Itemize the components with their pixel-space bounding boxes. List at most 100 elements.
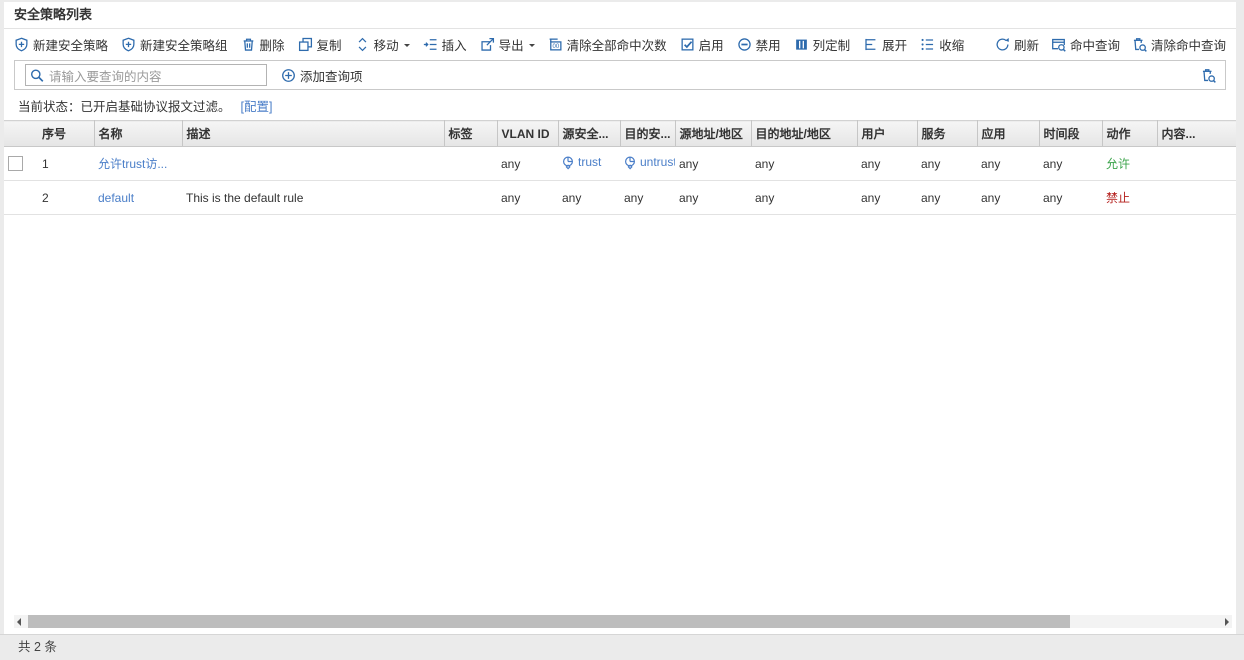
table-row[interactable]: 1允许trust访...anytrustuntrustanyanyanyanya…: [4, 147, 1236, 181]
table-header-row: 序号名称描述标签VLAN ID源安全...目的安...源地址/地区目的地址/地区…: [4, 121, 1236, 147]
toolbar-left: 新建安全策略新建安全策略组 删除复制移动 插入导出 00清除全部命中次数 启用 禁用列定制…: [14, 35, 964, 54]
toolbar-button-refresh[interactable]: 刷新: [995, 35, 1039, 54]
expand-icon: [863, 37, 878, 52]
toolbar-button-label: 删除: [260, 35, 285, 54]
svg-text:00: 00: [552, 44, 559, 50]
table-cell: any: [497, 147, 558, 181]
table-cell: default: [94, 181, 182, 215]
table-cell: This is the default rule: [182, 181, 444, 215]
column-header[interactable]: 序号: [38, 121, 94, 147]
zone-cell: trust: [562, 155, 601, 169]
scrollbar-thumb[interactable]: [28, 615, 1070, 628]
table-cell: [4, 147, 38, 181]
configure-link[interactable]: [配置]: [241, 96, 273, 115]
column-header[interactable]: 目的安...: [620, 121, 675, 147]
column-header[interactable]: 源地址/地区: [675, 121, 751, 147]
zone-cell: untrust: [624, 155, 675, 169]
toolbar-button-label: 新建安全策略: [33, 35, 108, 54]
table-row[interactable]: 2defaultThis is the default ruleanyanyan…: [4, 181, 1236, 215]
toolbar-button-collapse[interactable]: 收缩: [920, 35, 964, 54]
policy-name-link[interactable]: 允许trust访...: [98, 157, 167, 171]
zone-link[interactable]: trust: [578, 155, 601, 169]
toolbar-button-copy[interactable]: 复制: [298, 35, 342, 54]
toolbar-button-label: 禁用: [756, 35, 781, 54]
add-query-label: 添加查询项: [300, 66, 363, 85]
toolbar-button-clear-hit-query[interactable]: 清除命中查询: [1132, 35, 1226, 54]
toolbar-button-label: 刷新: [1014, 35, 1039, 54]
toolbar-button-move[interactable]: 移动: [355, 35, 410, 54]
toolbar-button-new-policy[interactable]: 新建安全策略: [14, 35, 108, 54]
table-cell: 禁止: [1102, 181, 1157, 215]
row-select-checkbox[interactable]: [8, 156, 23, 171]
scroll-left-arrow-icon[interactable]: [17, 618, 21, 626]
toolbar: 新建安全策略新建安全策略组 删除复制移动 插入导出 00清除全部命中次数 启用 禁用列定制…: [4, 29, 1236, 60]
toolbar-button-column-customize[interactable]: 列定制: [794, 35, 851, 54]
toolbar-button-disable[interactable]: 禁用: [737, 35, 781, 54]
toolbar-button-label: 展开: [882, 35, 907, 54]
toolbar-button-delete[interactable]: 删除: [241, 35, 285, 54]
check-square-icon: [680, 37, 695, 52]
status-text: 已开启基础协议报文过滤。: [81, 96, 231, 115]
search-placeholder: 请输入要查询的内容: [49, 66, 162, 85]
toolbar-button-clear-hit-counts[interactable]: 00清除全部命中次数: [548, 35, 667, 54]
scroll-right-arrow-icon[interactable]: [1225, 618, 1229, 626]
toolbar-button-export[interactable]: 导出: [480, 35, 535, 54]
table-cell: untrust: [620, 147, 675, 181]
caret-down-icon: [529, 44, 535, 50]
search-input[interactable]: 请输入要查询的内容: [25, 64, 267, 86]
toolbar-button-hit-query[interactable]: 命中查询: [1051, 35, 1120, 54]
column-header[interactable]: VLAN ID: [497, 121, 558, 147]
toolbar-button-new-policy-group[interactable]: 新建安全策略组: [121, 35, 228, 54]
column-header[interactable]: 名称: [94, 121, 182, 147]
table-body: 1允许trust访...anytrustuntrustanyanyanyanya…: [4, 147, 1236, 215]
table-cell: any: [917, 147, 977, 181]
table-cell: any: [1039, 181, 1102, 215]
table-cell: any: [620, 181, 675, 215]
collapse-icon: [920, 37, 935, 52]
move-icon: [355, 37, 370, 52]
column-header[interactable]: 目的地址/地区: [751, 121, 857, 147]
table-cell: [4, 181, 38, 215]
toolbar-button-label: 启用: [699, 35, 724, 54]
table-cell: any: [497, 181, 558, 215]
toolbar-button-expand[interactable]: 展开: [863, 35, 907, 54]
header-select-cell: [4, 121, 38, 147]
counter-icon: 00: [548, 37, 563, 52]
toolbar-button-insert[interactable]: 插入: [423, 35, 467, 54]
column-header[interactable]: 标签: [444, 121, 497, 147]
search-box: 请输入要查询的内容 添加查询项: [14, 60, 1226, 90]
column-header[interactable]: 源安全...: [558, 121, 620, 147]
zone-link[interactable]: untrust: [640, 155, 675, 169]
column-header[interactable]: 内容...: [1157, 121, 1236, 147]
table-cell: any: [977, 147, 1039, 181]
table-cell: any: [857, 147, 917, 181]
column-header[interactable]: 应用: [977, 121, 1039, 147]
toolbar-button-label: 收缩: [939, 35, 964, 54]
add-query-button[interactable]: 添加查询项: [281, 66, 363, 85]
security-policy-page: 安全策略列表 新建安全策略新建安全策略组 删除复制移动 插入导出 00清除全部命中次数…: [0, 0, 1244, 660]
status-label: 当前状态：: [18, 96, 81, 115]
toolbar-button-enable[interactable]: 启用: [680, 35, 724, 54]
policy-table: 序号名称描述标签VLAN ID源安全...目的安...源地址/地区目的地址/地区…: [4, 120, 1236, 215]
column-header[interactable]: 动作: [1102, 121, 1157, 147]
table-cell: any: [857, 181, 917, 215]
total-count: 共 2 条: [0, 634, 1244, 660]
policy-name-link[interactable]: default: [98, 191, 134, 205]
toolbar-button-label: 插入: [442, 35, 467, 54]
column-header[interactable]: 服务: [917, 121, 977, 147]
column-header[interactable]: 描述: [182, 121, 444, 147]
action-label: 禁止: [1106, 191, 1130, 205]
table-cell: any: [751, 147, 857, 181]
table-cell: [1157, 147, 1236, 181]
column-header[interactable]: 时间段: [1039, 121, 1102, 147]
insert-icon: [423, 37, 438, 52]
table-cell: [444, 147, 497, 181]
table-cell: any: [675, 147, 751, 181]
copy-icon: [298, 37, 313, 52]
page-title: 安全策略列表: [4, 2, 1236, 29]
horizontal-scrollbar[interactable]: [14, 615, 1232, 628]
table-cell: 允许: [1102, 147, 1157, 181]
column-header[interactable]: 用户: [857, 121, 917, 147]
clear-query-icon[interactable]: [1201, 68, 1216, 83]
plus-circle-icon: [281, 68, 296, 83]
